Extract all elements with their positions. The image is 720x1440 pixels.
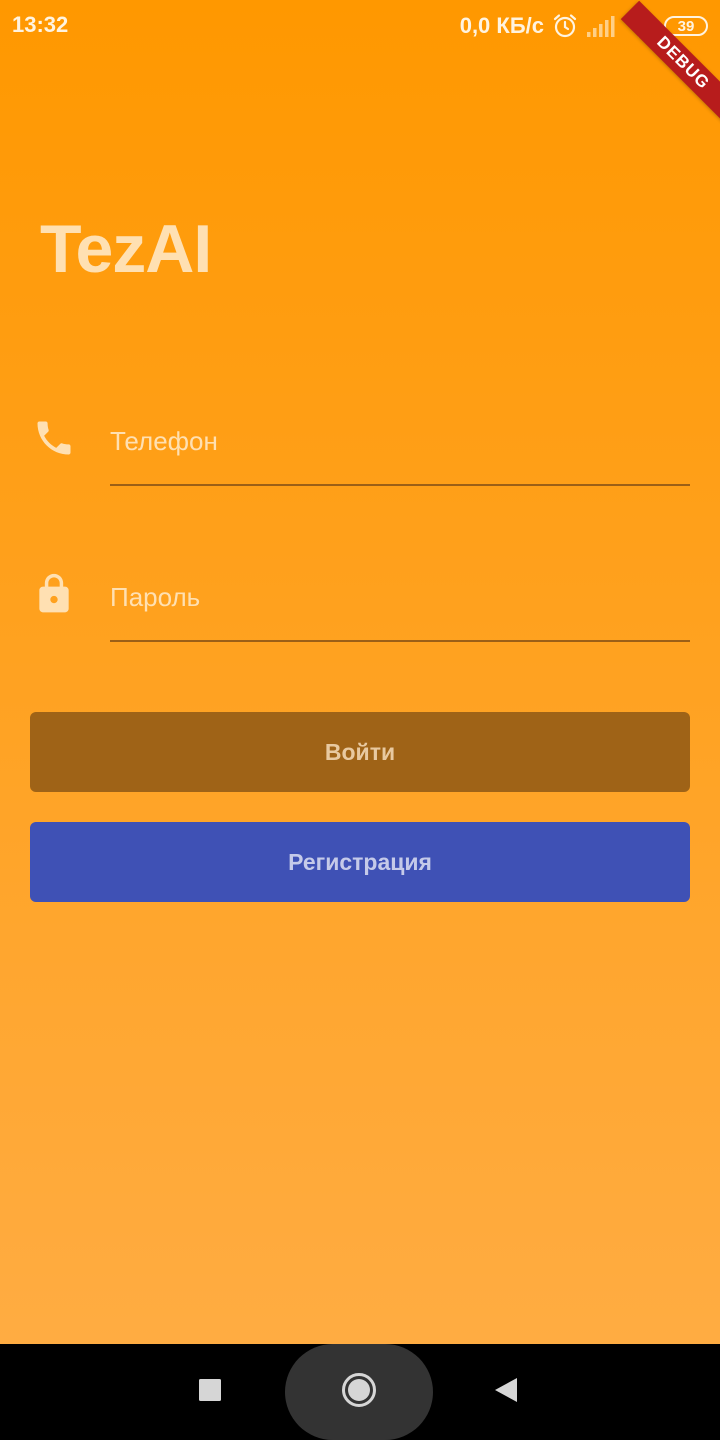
phone-icon	[32, 416, 76, 460]
signal-icon	[586, 14, 616, 38]
phone-input[interactable]	[110, 398, 690, 486]
home-button[interactable]	[329, 1344, 389, 1440]
home-icon	[341, 1372, 377, 1413]
password-field	[0, 554, 720, 644]
recents-button[interactable]	[180, 1344, 240, 1440]
navigation-bar	[0, 1344, 720, 1440]
back-icon	[493, 1376, 519, 1409]
register-button[interactable]: Регистрация	[30, 822, 690, 902]
login-button[interactable]: Войти	[30, 712, 690, 792]
lock-icon	[32, 572, 76, 616]
back-button[interactable]	[476, 1344, 536, 1440]
status-time: 13:32	[12, 12, 69, 37]
alarm-icon	[552, 13, 578, 39]
status-bar: 13:32 0,0 КБ/с 39	[0, 0, 720, 52]
app-logo: TezAI	[40, 211, 212, 287]
battery-level: 39	[677, 17, 695, 35]
phone-field	[0, 398, 720, 488]
login-screen: 13:32 0,0 КБ/с 39 DEBUG TezAI Телефон Во…	[0, 0, 720, 1344]
network-speed: 0,0 КБ/с	[459, 13, 544, 38]
password-input[interactable]	[110, 554, 690, 642]
recents-icon	[198, 1378, 222, 1407]
